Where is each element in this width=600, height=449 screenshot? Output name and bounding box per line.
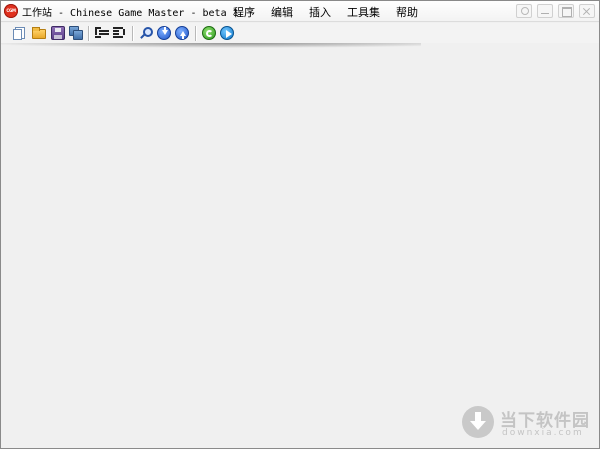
close-button[interactable] (579, 4, 595, 18)
toolbar-separator (195, 26, 196, 41)
maximize-icon (559, 5, 573, 17)
menu-help[interactable]: 帮助 (396, 4, 425, 20)
indent-button[interactable] (95, 26, 109, 40)
window-title: 工作站 - Chinese Game Master - beta 1 (22, 8, 239, 19)
toolbar (1, 23, 599, 43)
minimize-icon (538, 5, 552, 17)
maximize-button[interactable] (558, 4, 574, 18)
upload-icon (175, 26, 189, 40)
search-icon (139, 26, 153, 40)
find-button[interactable] (139, 26, 153, 40)
indent-icon (95, 27, 109, 39)
menu-insert[interactable]: 插入 (309, 4, 338, 20)
window-controls (516, 4, 595, 18)
upload-button[interactable] (175, 26, 189, 40)
outdent-icon (113, 27, 127, 39)
minimize-button[interactable] (537, 4, 553, 18)
open-folder-icon (32, 27, 46, 39)
outdent-button[interactable] (113, 26, 127, 40)
open-button[interactable] (32, 26, 46, 40)
toolbar-separator (132, 26, 133, 41)
refresh-button[interactable] (202, 26, 216, 40)
save-all-icon (69, 26, 83, 40)
new-document-button[interactable] (13, 26, 27, 40)
save-all-button[interactable] (69, 26, 83, 40)
save-button[interactable] (51, 26, 65, 40)
menu-bar: 程序 编辑 插入 工具集 帮助 (233, 4, 434, 20)
menu-edit[interactable]: 编辑 (271, 4, 300, 20)
refresh-icon (202, 26, 216, 40)
toolbar-shadow (1, 43, 421, 48)
help-button[interactable] (516, 4, 532, 18)
app-window: CGM 工作站 - Chinese Game Master - beta 1 程… (0, 0, 600, 449)
menu-tools[interactable]: 工具集 (347, 4, 387, 20)
download-logo-icon (462, 406, 494, 438)
app-logo-text: CGM (6, 8, 16, 13)
download-icon (157, 26, 171, 40)
toolbar-separator (88, 26, 89, 41)
play-icon (220, 26, 234, 40)
play-button[interactable] (220, 26, 234, 40)
menu-program[interactable]: 程序 (233, 4, 262, 20)
watermark: 当下软件园 downxia.com (462, 406, 597, 440)
help-icon (517, 5, 531, 17)
app-logo-icon[interactable]: CGM (4, 4, 18, 18)
download-button[interactable] (157, 26, 171, 40)
save-disk-icon (51, 26, 65, 40)
watermark-url: downxia.com (502, 428, 584, 438)
workspace-area[interactable] (1, 43, 599, 448)
close-icon (580, 5, 594, 17)
title-bar[interactable]: CGM 工作站 - Chinese Game Master - beta 1 程… (1, 1, 599, 22)
